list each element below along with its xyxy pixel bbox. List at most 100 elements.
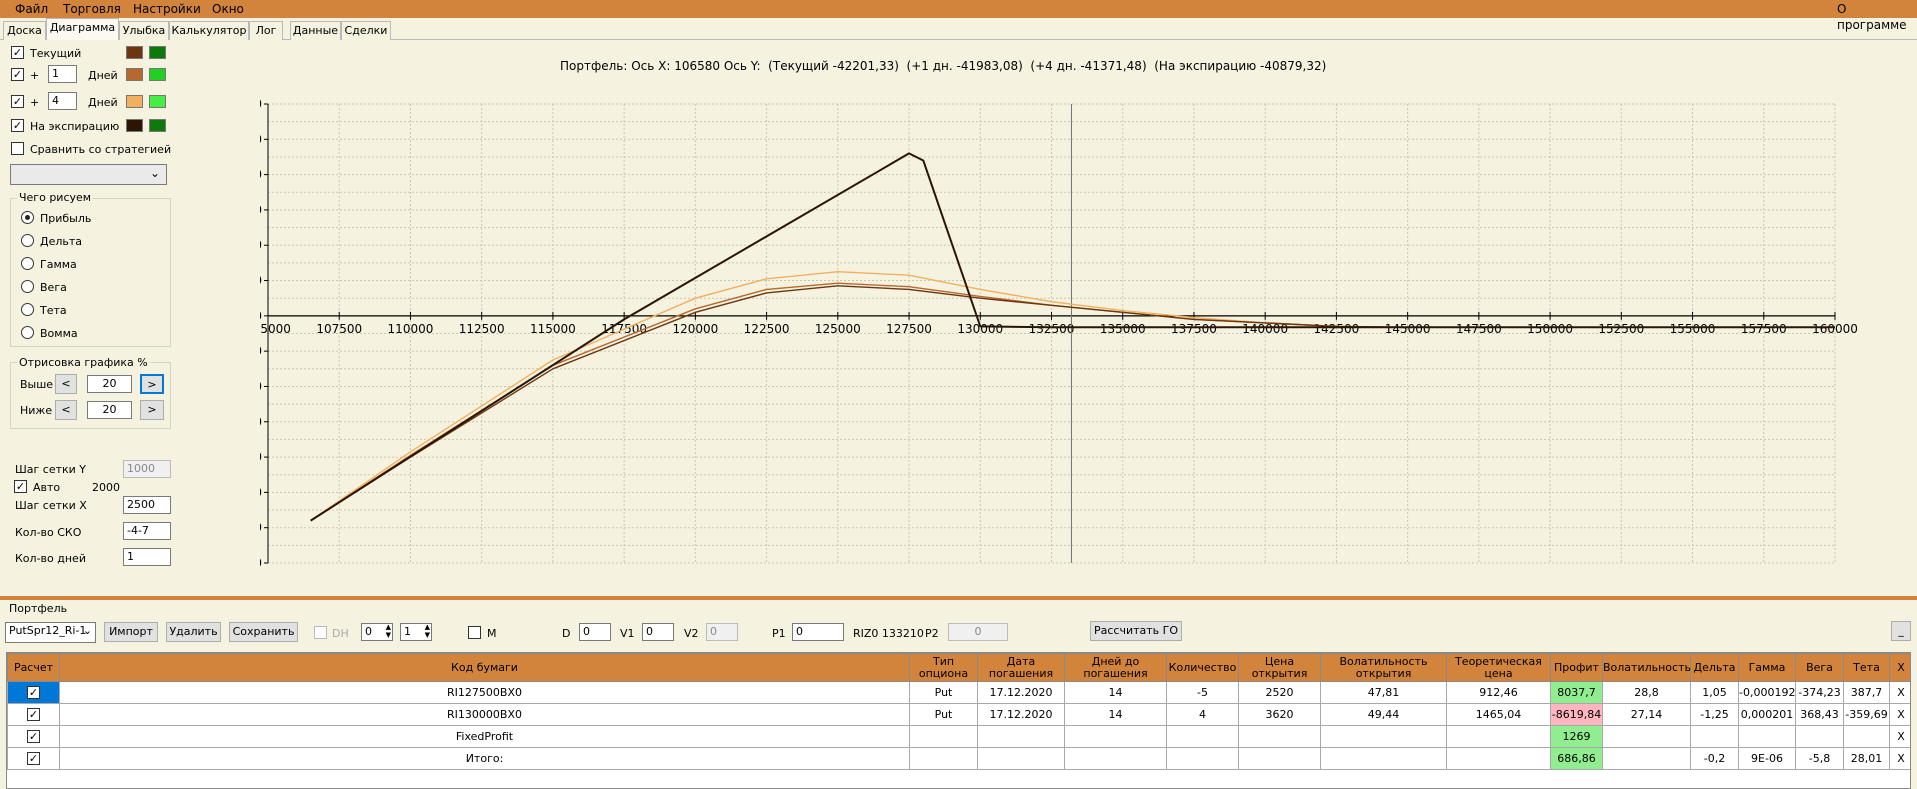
table-row[interactable]: ✓ FixedProfit 1269 X	[7, 725, 1910, 748]
tab-deals[interactable]: Сделки	[341, 21, 391, 40]
v2-label: V2	[684, 627, 699, 640]
calc-cell[interactable]: ✓	[7, 747, 60, 770]
v2-input[interactable]: 0	[706, 623, 738, 641]
plus1-delta-color-swatch[interactable]	[149, 68, 166, 81]
expiry-color-swatch[interactable]	[126, 119, 143, 132]
minimize-button[interactable]: _	[1891, 621, 1911, 641]
calc-checkbox[interactable]: ✓	[27, 752, 40, 766]
current-color-swatch[interactable]	[126, 46, 143, 59]
tab-board[interactable]: Доска	[3, 21, 46, 40]
expiry-delta-color-swatch[interactable]	[149, 119, 166, 132]
plus4-color-swatch[interactable]	[126, 95, 143, 108]
calc-margin-button[interactable]: Рассчитать ГО	[1090, 621, 1182, 641]
grid-header-cell[interactable]: Тип опциона	[909, 653, 978, 682]
v1-input[interactable]: 0	[642, 623, 674, 641]
table-row[interactable]: ✓ RI130000BX0 Put 17.12.2020 14 4 3620 49,44 146…	[7, 703, 1910, 726]
tab-log[interactable]: Лог	[249, 21, 283, 40]
calc-checkbox[interactable]: ✓	[27, 708, 40, 722]
plus1-color-swatch[interactable]	[126, 68, 143, 81]
grid-header-cell[interactable]: Профит	[1550, 653, 1603, 682]
radio-vomma[interactable]	[21, 326, 34, 339]
radio-profit[interactable]	[21, 211, 34, 224]
menu-trading[interactable]: Торговля	[63, 1, 121, 17]
auto-checkbox[interactable]: ✓	[14, 480, 27, 493]
sko-input[interactable]: -4-7	[123, 522, 171, 540]
grid-header-cell[interactable]: Цена открытия	[1238, 653, 1321, 682]
dh-stepper-2[interactable]: 1 ▲ ▼	[400, 623, 432, 641]
spin-up-icon[interactable]: ▲	[425, 623, 430, 631]
remove-row-button[interactable]: X	[1889, 703, 1910, 726]
days4-input[interactable]: 4	[48, 92, 77, 110]
plus4-delta-color-swatch[interactable]	[149, 95, 166, 108]
grid-header-cell[interactable]: Расчет	[7, 653, 60, 682]
calc-cell[interactable]: ✓	[7, 725, 60, 748]
remove-row-button[interactable]: X	[1889, 747, 1910, 770]
profit-chart[interactable]: 1050001075001100001125001150001175001200…	[260, 90, 1880, 570]
grid-header-cell[interactable]: Гамма	[1738, 653, 1796, 682]
strategy-dropdown[interactable]: ⌄	[10, 164, 167, 185]
grid-header-cell[interactable]: Вега	[1795, 653, 1844, 682]
table-row[interactable]: ✓ RI127500BX0 Put 17.12.2020 14 -5 2520 47,81 91…	[7, 681, 1910, 704]
calc-cell[interactable]: ✓	[7, 703, 60, 726]
above-increase-button[interactable]: >	[140, 374, 164, 394]
calc-checkbox[interactable]: ✓	[27, 730, 40, 744]
menu-settings[interactable]: Настройки	[133, 1, 201, 17]
calc-cell[interactable]: ✓	[7, 681, 60, 704]
table-row[interactable]: ✓ Итого: 686,86 -0,2 9E-06 -5,8 28,01 X	[7, 747, 1910, 770]
calc-checkbox[interactable]: ✓	[27, 686, 40, 700]
grid-header-cell[interactable]: Дата погашения	[977, 653, 1065, 682]
d-input[interactable]: 0	[579, 623, 611, 641]
p1-input[interactable]: 0	[792, 623, 844, 641]
spin-down-icon[interactable]: ▼	[425, 631, 430, 639]
below-input[interactable]: 20	[87, 401, 132, 419]
splitter[interactable]	[0, 596, 1917, 600]
menu-file[interactable]: Файл	[15, 1, 48, 17]
grid-header-cell[interactable]: Дней до погашения	[1064, 653, 1167, 682]
remove-row-button[interactable]: X	[1889, 725, 1910, 748]
spin-down-icon[interactable]: ▼	[386, 631, 391, 639]
radio-theta[interactable]	[21, 303, 34, 316]
portfolio-select[interactable]: PutSpr12_Ri-1 ⌄	[5, 622, 96, 643]
table-cell	[1602, 747, 1691, 770]
compare-checkbox[interactable]	[11, 142, 24, 155]
grid-header-cell[interactable]: Волатильность	[1602, 653, 1691, 682]
remove-row-button[interactable]: X	[1889, 681, 1910, 704]
p2-input[interactable]: 0	[948, 623, 1008, 641]
above-decrease-button[interactable]: <	[55, 374, 77, 394]
tab-data[interactable]: Данные	[290, 21, 341, 40]
grid-header-cell[interactable]: Волатильность открытия	[1320, 653, 1447, 682]
plus1-checkbox[interactable]: ✓	[11, 68, 24, 81]
plus4-checkbox[interactable]: ✓	[11, 95, 24, 108]
delete-button[interactable]: Удалить	[166, 622, 221, 642]
dh-checkbox[interactable]	[314, 626, 327, 639]
tab-smile[interactable]: Улыбка	[119, 21, 169, 40]
radio-gamma[interactable]	[21, 257, 34, 270]
grid-header-cell[interactable]: X	[1889, 653, 1910, 682]
menu-window[interactable]: Окно	[212, 1, 244, 17]
tab-diagram[interactable]: Диаграмма	[46, 18, 119, 40]
grid-header-cell[interactable]: Тета	[1843, 653, 1890, 682]
days1-input[interactable]: 1	[48, 65, 77, 83]
below-decrease-button[interactable]: <	[55, 400, 77, 420]
grid-y-input[interactable]: 1000	[123, 460, 171, 478]
above-input[interactable]: 20	[87, 375, 132, 393]
m-checkbox[interactable]	[468, 626, 481, 639]
expiry-checkbox[interactable]: ✓	[11, 119, 24, 132]
grid-header-cell[interactable]: Количество	[1166, 653, 1239, 682]
save-button[interactable]: Сохранить	[229, 622, 298, 642]
radio-vega[interactable]	[21, 280, 34, 293]
current-checkbox[interactable]: ✓	[11, 46, 24, 59]
grid-header-cell[interactable]: Код бумаги	[59, 653, 910, 682]
grid-x-input[interactable]: 2500	[123, 496, 171, 514]
days-count-input[interactable]: 1	[123, 548, 171, 566]
radio-delta[interactable]	[21, 234, 34, 247]
tab-calculator[interactable]: Калькулятор	[169, 21, 249, 40]
import-button[interactable]: Импорт	[104, 622, 158, 642]
x-tick-label: 160000	[1812, 322, 1858, 336]
spin-up-icon[interactable]: ▲	[386, 623, 391, 631]
current-delta-color-swatch[interactable]	[149, 46, 166, 59]
dh-stepper-1[interactable]: 0 ▲ ▼	[361, 623, 393, 641]
below-increase-button[interactable]: >	[140, 400, 164, 420]
grid-header-cell[interactable]: Дельта	[1690, 653, 1739, 682]
grid-header-cell[interactable]: Теоретическая цена	[1446, 653, 1551, 682]
